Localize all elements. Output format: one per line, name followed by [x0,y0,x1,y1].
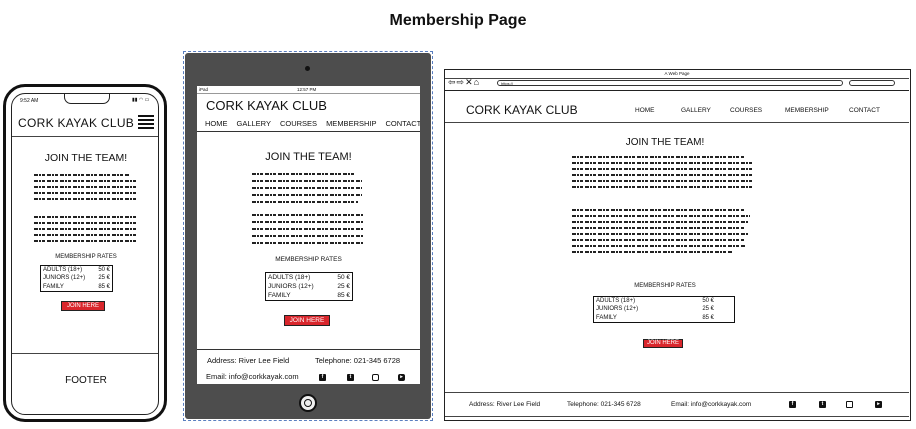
youtube-icon[interactable]: ▸ [398,374,405,381]
footer-telephone: Telephone: 021-345 6728 [315,356,401,365]
nav-membership[interactable]: MEMBERSHIP [326,119,376,128]
nav-contact[interactable]: CONTACT [386,119,421,128]
rate-row: ADULTS (18+) 50 € [596,298,714,304]
join-button[interactable]: JOIN HERE [284,315,330,326]
footer-email[interactable]: Email: info@corkkayak.com [671,401,751,408]
window-statusbar [445,416,909,420]
join-heading: JOIN THE TEAM! [625,137,705,148]
page-title: Membership Page [389,12,527,29]
facebook-icon[interactable]: f [789,401,796,408]
join-button[interactable]: JOIN HERE [61,301,105,311]
divider [197,131,420,132]
nav-membership[interactable]: MEMBERSHIP [785,107,829,114]
nav-courses[interactable]: COURSES [730,107,762,114]
rate-row: FAMILY 85 € [43,283,110,290]
divider [197,349,420,350]
divider [445,122,909,123]
tablet-home-button[interactable] [299,394,317,412]
hamburger-menu-icon[interactable] [138,115,154,129]
rate-row: FAMILY 85 € [268,292,350,300]
join-button[interactable]: JOIN HERE [643,339,683,348]
rates-heading: MEMBERSHIP RATES [634,283,696,289]
nav-home[interactable]: HOME [635,107,655,114]
instagram-icon[interactable] [846,401,853,408]
join-heading: JOIN THE TEAM! [265,151,352,163]
instagram-icon[interactable] [372,374,379,381]
browser-search-field[interactable] [849,80,895,86]
twitter-icon[interactable]: t [347,374,354,381]
browser-nav-icons[interactable]: ⇦⇨✕⌂ [448,77,480,88]
phone-status-icons: ▮▮ ◠ ▭ [132,97,150,103]
divider [445,392,909,393]
desktop-browser-window: A Web Page ⇦⇨✕⌂ https:// CORK KAYAK CLUB… [444,69,911,421]
footer-address: Address: River Lee Field [207,356,290,365]
rates-table: ADULTS (18+) 50 € JUNIORS (12+) 25 € FAMIL… [593,296,735,324]
rate-row: FAMILY 85 € [596,314,714,321]
nav-courses[interactable]: COURSES [280,119,317,128]
url-bar[interactable]: https:// [497,80,843,86]
divider [197,93,420,94]
rate-row: JUNIORS (12+) 25 € [43,275,110,282]
nav-gallery[interactable]: GALLERY [237,119,271,128]
nav-bar: HOME GALLERY COURSES MEMBERSHIP CONTACT [205,119,420,128]
facebook-icon[interactable]: f [319,374,326,381]
divider [12,353,158,354]
nav-gallery[interactable]: GALLERY [681,107,711,114]
site-title[interactable]: CORK KAYAK CLUB [206,98,327,113]
rates-heading: MEMBERSHIP RATES [55,254,117,260]
join-heading: JOIN THE TEAM! [44,152,128,164]
divider [12,136,158,137]
nav-home[interactable]: HOME [205,119,228,128]
site-title[interactable]: CORK KAYAK CLUB [18,116,134,130]
rates-heading: MEMBERSHIP RATES [275,256,342,263]
footer-address: Address: River Lee Field [469,401,541,408]
twitter-icon[interactable]: t [819,401,826,408]
site-title[interactable]: CORK KAYAK CLUB [466,103,578,117]
browser-toolbar: ⇦⇨✕⌂ https:// [445,77,909,91]
phone-screen: 9:52 AM ▮▮ ◠ ▭ CORK KAYAK CLUB JOIN THE … [11,93,159,415]
tablet-screen: iPad 12:57 PM CORK KAYAK CLUB HOME GALLE… [197,86,420,384]
youtube-icon[interactable]: ▸ [875,401,882,408]
tablet-status-time: 12:57 PM [297,87,317,92]
rate-row: JUNIORS (12+) 25 € [268,283,350,291]
rate-row: ADULTS (18+) 50 € [268,274,350,281]
rate-row: ADULTS (18+) 50 € [43,267,110,273]
footer-telephone: Telephone: 021-345 6728 [567,401,641,408]
phone-status-time: 9:52 AM [20,98,39,104]
phone-notch [64,94,110,104]
rate-row: JUNIORS (12+) 25 € [596,306,714,313]
footer-email[interactable]: Email: info@corkkayak.com [206,372,299,381]
rates-table: ADULTS (18+) 50 € JUNIORS (12+) 25 € FAMIL… [40,265,113,293]
footer-placeholder: FOOTER [65,375,107,386]
rates-table: ADULTS (18+) 50 € JUNIORS (12+) 25 € FAMIL… [265,272,353,302]
tablet-camera [305,66,310,71]
tablet-status-device: iPad [199,87,209,92]
nav-contact[interactable]: CONTACT [849,107,880,114]
